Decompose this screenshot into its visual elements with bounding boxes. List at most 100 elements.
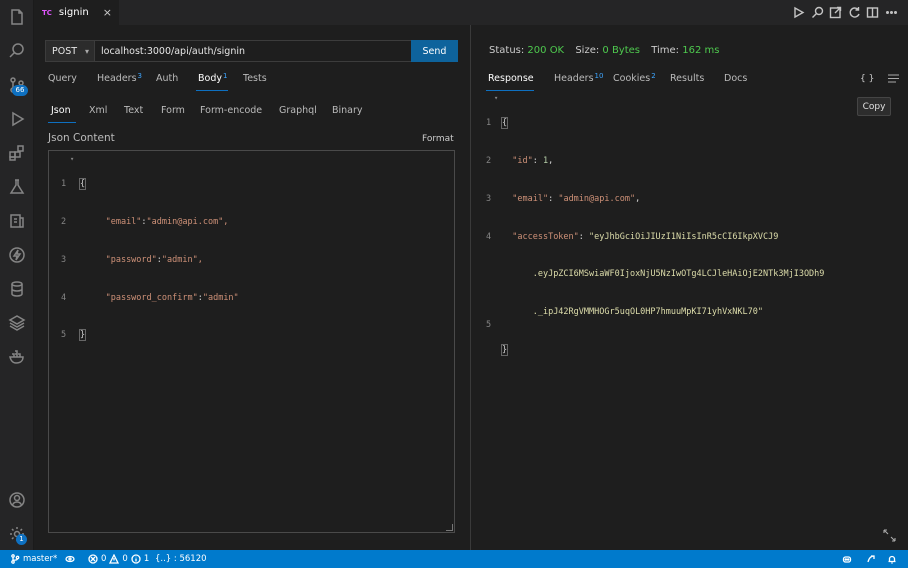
json-key: "email" — [512, 193, 549, 204]
body-type-text[interactable]: Text — [124, 105, 143, 116]
active-tab-indicator — [196, 90, 228, 91]
line-number: 2 — [486, 155, 492, 166]
time-label: Time: — [651, 45, 680, 56]
braces-toggle-icon[interactable]: { } — [860, 74, 874, 84]
lightning-icon[interactable] — [7, 245, 27, 265]
json-value: ._ipJ42RgVMMHOGr5uqOL0HP7hmuuMpKI71yhVxN… — [532, 307, 764, 318]
branch-name: master* — [23, 554, 58, 564]
tab-count: 1 — [222, 72, 228, 80]
search-icon[interactable] — [811, 6, 824, 19]
tab-body[interactable]: Body1 — [198, 72, 228, 84]
open-external-icon[interactable] — [829, 6, 842, 19]
live-share-icon[interactable] — [866, 550, 876, 568]
more-actions-icon[interactable] — [885, 6, 898, 19]
line-numbers: 1 2 3 4 5 — [61, 153, 81, 367]
branch-indicator[interactable]: master* — [10, 550, 57, 568]
close-tab-icon[interactable]: × — [103, 6, 112, 19]
tab-docs[interactable]: Docs — [724, 73, 747, 84]
search-icon[interactable] — [7, 41, 27, 61]
editor-tab-signin[interactable]: TC signin × — [34, 0, 119, 25]
warning-icon — [109, 554, 120, 564]
active-response-tab-indicator — [486, 90, 534, 91]
json-key: "email" — [105, 216, 142, 227]
active-body-type-indicator — [48, 122, 76, 123]
editor-tab-bar — [34, 0, 908, 25]
tab-response[interactable]: Response — [488, 73, 534, 84]
panel-divider[interactable] — [470, 25, 471, 550]
method-value: POST — [52, 45, 78, 57]
send-button[interactable]: Send — [411, 40, 458, 62]
tab-label: Auth — [156, 73, 179, 84]
tab-auth[interactable]: Auth — [156, 73, 178, 84]
menu-lines-icon[interactable] — [888, 74, 899, 86]
resize-handle[interactable] — [446, 524, 453, 531]
json-key: "accessToken" — [512, 231, 579, 242]
url-input[interactable] — [94, 40, 412, 62]
copilot-icon[interactable] — [842, 550, 852, 568]
activity-bar: 66 1 — [0, 0, 34, 550]
language-status[interactable]: {..} : 56120 — [155, 550, 207, 568]
tab-headers[interactable]: Headers3 — [97, 72, 142, 84]
git-branch-icon — [11, 554, 20, 564]
body-type-form[interactable]: Form — [161, 105, 185, 116]
fold-icon[interactable]: ▾ — [70, 153, 74, 166]
tab-label: Headers — [97, 73, 137, 84]
thunder-client-icon[interactable] — [7, 211, 27, 231]
json-value: "eyJhbGciOiJIUzI1NiIsInR5cCI6IkpXVCJ9 — [589, 231, 779, 242]
error-count: 0 — [101, 554, 107, 564]
settings-badge: 1 — [16, 534, 27, 545]
json-value: "admin" — [202, 292, 239, 303]
account-icon[interactable] — [7, 490, 27, 510]
size-value: 0 Bytes — [602, 45, 641, 56]
line-number: 2 — [61, 216, 67, 227]
run-debug-icon[interactable] — [7, 109, 27, 129]
files-icon[interactable] — [7, 7, 27, 27]
tab-label: Cookies — [613, 73, 651, 84]
json-key: "password_confirm" — [105, 292, 198, 303]
line-number: 4 — [61, 292, 67, 303]
flask-icon[interactable] — [7, 177, 27, 197]
split-editor-icon[interactable] — [866, 6, 879, 19]
json-value: "admin", — [161, 254, 203, 265]
fold-icon[interactable]: ▾ — [494, 92, 498, 105]
notifications-bell-icon[interactable] — [887, 550, 897, 568]
line-number: 3 — [486, 193, 492, 204]
expand-icon[interactable] — [883, 529, 896, 545]
body-type-form-encode[interactable]: Form-encode — [200, 105, 262, 116]
tab-tests[interactable]: Tests — [243, 73, 267, 84]
sync-icon[interactable] — [65, 550, 75, 568]
response-line-numbers: 1 2 3 4 5 — [486, 92, 496, 344]
tab-label: Query — [48, 73, 77, 84]
refresh-icon[interactable] — [848, 6, 861, 19]
layers-icon[interactable] — [7, 313, 27, 333]
body-type-json[interactable]: Json — [51, 105, 71, 116]
tab-label: Headers — [554, 73, 594, 84]
info-count: 1 — [143, 554, 150, 564]
database-icon[interactable] — [7, 279, 27, 299]
docker-icon[interactable] — [7, 347, 27, 367]
extensions-icon[interactable] — [7, 143, 27, 163]
run-icon[interactable] — [792, 6, 805, 19]
format-button[interactable]: Format — [422, 134, 454, 144]
json-value: "admin@api.com", — [146, 216, 229, 227]
time-value: 162 ms — [682, 45, 720, 56]
tab-results[interactable]: Results — [670, 73, 704, 84]
body-type-xml[interactable]: Xml — [89, 105, 107, 116]
tab-label: Docs — [724, 73, 748, 84]
body-type-graphql[interactable]: Graphql — [279, 105, 317, 116]
method-select[interactable]: POST ▾ — [45, 40, 95, 62]
json-value: .eyJpZCI6MSwiaWF0IjoxNjU5NzIwOTg4LCJleHA… — [532, 269, 825, 280]
copy-button[interactable]: Copy — [857, 97, 891, 116]
body-type-binary[interactable]: Binary — [332, 105, 363, 116]
source-control-badge: 66 — [12, 85, 28, 96]
tab-query[interactable]: Query — [48, 73, 77, 84]
tab-label: Results — [670, 73, 705, 84]
size-label: Size: — [575, 45, 600, 56]
tab-cookies[interactable]: Cookies2 — [613, 72, 656, 84]
chevron-down-icon: ▾ — [85, 46, 90, 56]
tab-response-headers[interactable]: Headers10 — [554, 72, 603, 84]
problems-indicator[interactable]: 0 0 1 — [88, 550, 149, 568]
request-body-editor[interactable]: 1 2 3 4 5 ▾ { "email":"admin@api.com", "… — [48, 150, 455, 533]
line-number: 4 — [486, 231, 492, 242]
error-icon — [88, 554, 98, 564]
